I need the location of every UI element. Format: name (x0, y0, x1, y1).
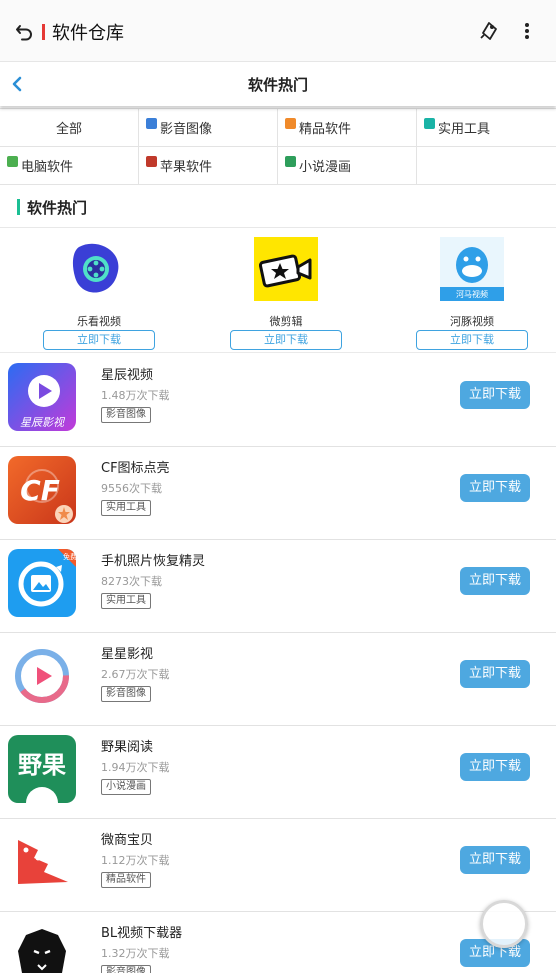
app-icon: CF (8, 456, 76, 524)
icon-lettering: 星辰影视 (20, 416, 66, 429)
page-title: 软件热门 (247, 76, 308, 94)
app-icon: 星辰影视 (8, 363, 76, 431)
download-count: 1.32万次下载 (101, 947, 170, 960)
section-title: 软件热门 (27, 199, 88, 217)
app-icon (8, 828, 76, 896)
download-count: 2.67万次下载 (101, 668, 170, 681)
icon-lettering: CF (20, 474, 60, 507)
download-button[interactable]: 立即下载 (460, 846, 530, 874)
category-novel[interactable]: 小说漫画 (278, 147, 417, 185)
app-name: 微商宝贝 (101, 833, 154, 848)
list-item[interactable]: CF CF图标点亮 9556次下载 实用工具 立即下载 (0, 447, 556, 540)
tool-icon (424, 118, 435, 129)
title-accent-bar (42, 24, 45, 40)
app-name: 微剪辑 (269, 315, 303, 328)
download-button[interactable]: 立即下载 (460, 381, 530, 409)
category-tag: 精品软件 (101, 872, 151, 888)
category-tag: 实用工具 (101, 500, 151, 516)
app-bar: 软件仓库 (0, 0, 556, 62)
list-item[interactable]: BL视频下载器 1.32万次下载 影音图像 立即下载 (0, 912, 556, 973)
download-button[interactable]: 立即下载 (416, 330, 528, 350)
more-vertical-icon[interactable] (516, 20, 538, 42)
download-count: 1.48万次下载 (101, 389, 170, 402)
download-button[interactable]: 立即下载 (460, 567, 530, 595)
app-icon (72, 243, 119, 293)
apple-icon (146, 156, 157, 167)
category-all[interactable]: 全部 (0, 109, 139, 147)
app-name: 星辰视频 (101, 368, 154, 383)
app-icon (8, 921, 76, 973)
category-grid: 全部 影音图像 精品软件 实用工具 电脑软件 苹果软件 小说漫画 (0, 108, 556, 185)
page-header: 软件热门 (0, 63, 556, 106)
app-name: 河豚视频 (450, 315, 494, 328)
download-button[interactable]: 立即下载 (460, 753, 530, 781)
download-count: 9556次下载 (101, 482, 162, 495)
app-name: 野果阅读 (101, 740, 154, 755)
cast-icon[interactable] (478, 20, 500, 42)
category-label: 小说漫画 (299, 160, 352, 175)
category-label: 影音图像 (160, 122, 213, 137)
app-icon: 河马视频 (440, 237, 504, 301)
floating-action-button[interactable] (480, 900, 528, 948)
app-icon: 野果 (8, 735, 76, 803)
download-button[interactable]: 立即下载 (460, 474, 530, 502)
icon-lettering: 河马视频 (456, 289, 488, 299)
list-item[interactable]: 野果 野果阅读 1.94万次下载 小说漫画 立即下载 (0, 726, 556, 819)
download-button[interactable]: 立即下载 (230, 330, 342, 350)
category-premium[interactable]: 精品软件 (278, 109, 417, 147)
app-name: 星星影视 (101, 647, 154, 662)
featured-app[interactable]: 河马视频 河豚视频 立即下载 (416, 237, 528, 350)
icon-lettering: 野果 (18, 751, 66, 779)
category-media[interactable]: 影音图像 (139, 109, 278, 147)
app-name: BL视频下载器 (101, 926, 183, 941)
category-tag: 小说漫画 (101, 779, 151, 795)
app-icon (8, 642, 76, 710)
featured-app[interactable]: 微剪辑 立即下载 (230, 237, 342, 350)
section-heading: 软件热门 (0, 186, 556, 228)
download-count: 8273次下载 (101, 575, 162, 588)
list-item[interactable]: 星辰影视 星辰视频 1.48万次下载 影音图像 立即下载 (0, 354, 556, 447)
list-item[interactable]: 微商宝贝 1.12万次下载 精品软件 立即下载 (0, 819, 556, 912)
featured-apps: 乐看视频 立即下载 微剪辑 立即下载 河马视频 河豚视频 立即下载 (0, 229, 556, 353)
category-tag: 影音图像 (101, 407, 151, 423)
undo-arrow-icon[interactable] (14, 20, 36, 42)
app-title: 软件仓库 (52, 23, 124, 44)
category-label: 苹果软件 (160, 160, 213, 175)
featured-app[interactable]: 乐看视频 立即下载 (43, 237, 155, 350)
category-label: 精品软件 (299, 122, 352, 137)
category-tag: 影音图像 (101, 965, 151, 973)
app-icon (254, 237, 318, 301)
app-name: CF图标点亮 (101, 461, 170, 476)
download-button[interactable]: 立即下载 (460, 660, 530, 688)
category-label: 实用工具 (438, 122, 491, 137)
download-count: 1.12万次下载 (101, 854, 170, 867)
category-empty (417, 147, 556, 185)
pc-icon (7, 156, 18, 167)
category-apple[interactable]: 苹果软件 (139, 147, 278, 185)
app-name: 手机照片恢复精灵 (101, 554, 206, 569)
category-label: 全部 (55, 122, 82, 137)
category-label: 电脑软件 (21, 160, 74, 175)
icon-lettering: 免费 (63, 552, 76, 561)
download-button[interactable]: 立即下载 (43, 330, 155, 350)
star-icon (285, 118, 296, 129)
app-name: 乐看视频 (77, 315, 121, 328)
download-count: 1.94万次下载 (101, 761, 170, 774)
image-icon (146, 118, 157, 129)
book-icon (285, 156, 296, 167)
category-pc[interactable]: 电脑软件 (0, 147, 139, 185)
app-icon: 免费 (8, 549, 76, 617)
category-tag: 实用工具 (101, 593, 151, 609)
category-tools[interactable]: 实用工具 (417, 109, 556, 147)
list-item[interactable]: 星星影视 2.67万次下载 影音图像 立即下载 (0, 633, 556, 726)
category-tag: 影音图像 (101, 686, 151, 702)
section-accent-bar (17, 199, 20, 215)
list-item[interactable]: 免费 手机照片恢复精灵 8273次下载 实用工具 立即下载 (0, 540, 556, 633)
